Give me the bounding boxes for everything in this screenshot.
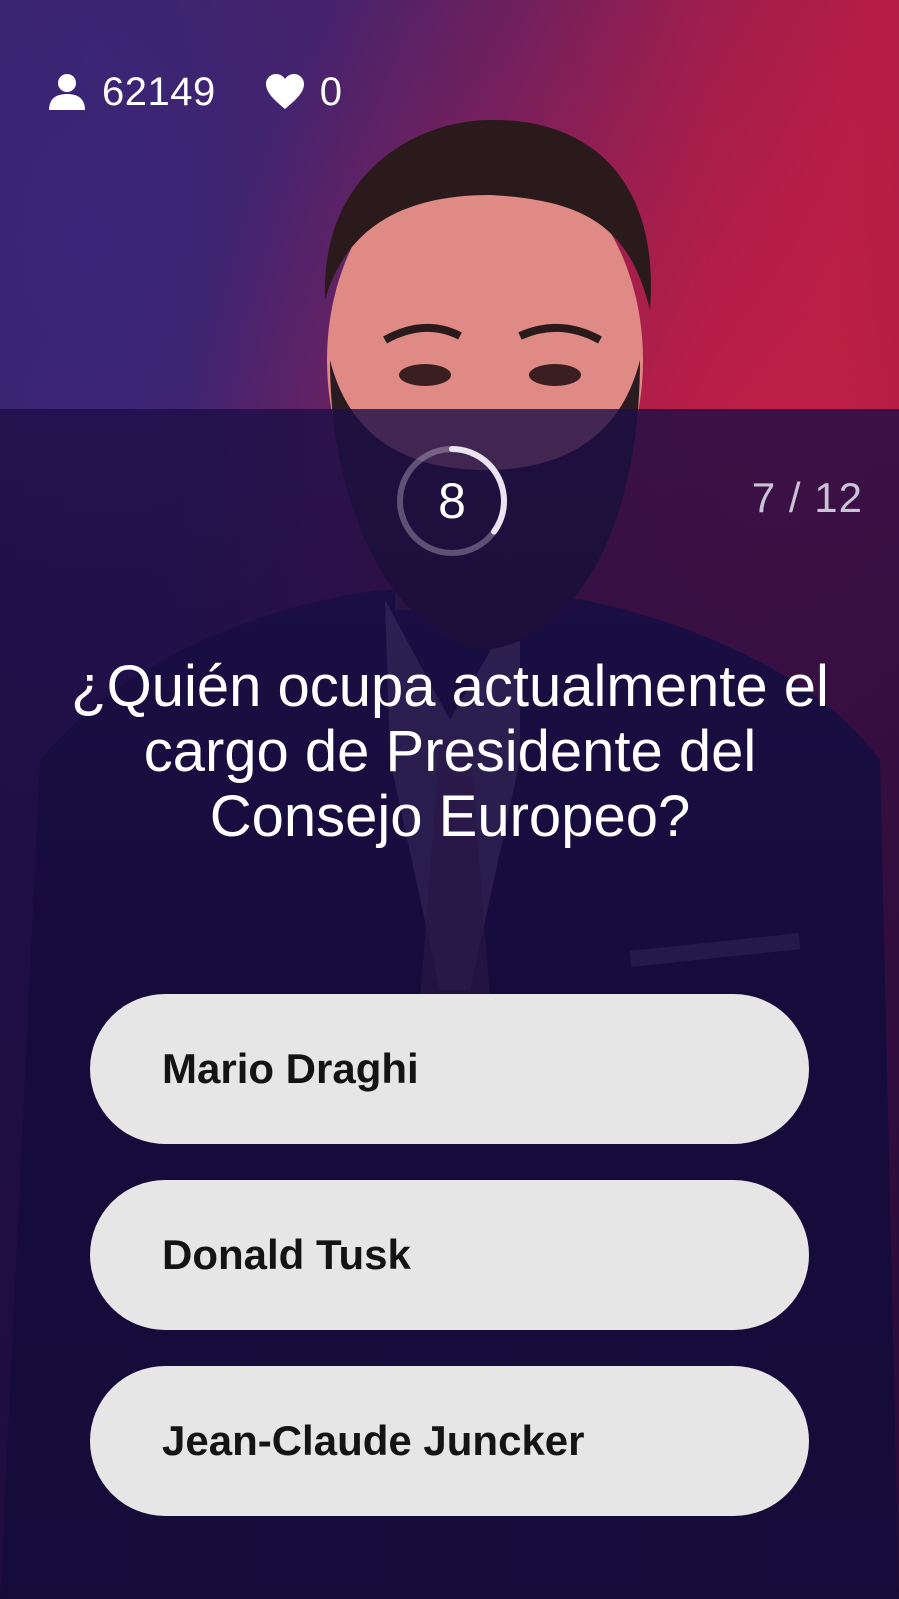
question-text: ¿Quién ocupa actualmente el cargo de Pre… xyxy=(71,654,829,849)
quiz-screen: 62149 0 8 7 / 12 ¿Quién ocupa actualment… xyxy=(0,0,899,1599)
answer-option-3[interactable]: Jean-Claude Juncker xyxy=(90,1366,809,1516)
viewers-count: 62149 xyxy=(102,69,216,114)
user-icon xyxy=(46,71,88,113)
heart-icon[interactable] xyxy=(264,71,306,113)
answer-option-1[interactable]: Mario Draghi xyxy=(90,994,809,1144)
countdown-timer: 8 xyxy=(391,440,513,562)
likes-count: 0 xyxy=(319,69,343,114)
question-progress: 7 / 12 xyxy=(751,474,863,521)
answer-options: Mario Draghi Donald Tusk Jean-Claude Jun… xyxy=(90,994,809,1552)
timer-seconds: 8 xyxy=(438,473,466,529)
live-stats: 62149 0 xyxy=(46,64,342,120)
likes-stat[interactable]: 0 xyxy=(264,70,343,115)
viewers-stat: 62149 xyxy=(46,70,216,115)
answer-option-2[interactable]: Donald Tusk xyxy=(90,1180,809,1330)
